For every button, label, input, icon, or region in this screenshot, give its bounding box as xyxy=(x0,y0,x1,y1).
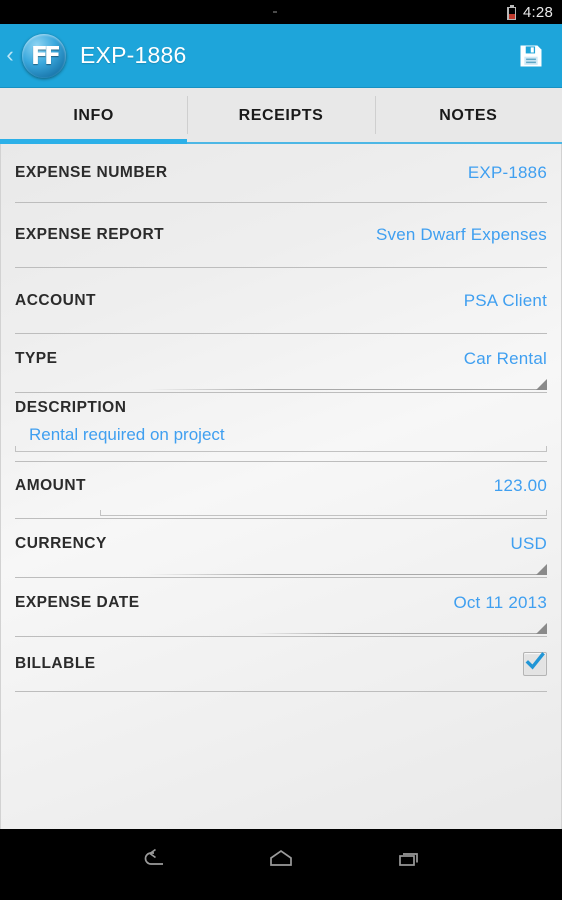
tab-receipts-label: RECEIPTS xyxy=(238,107,324,124)
tab-bar: INFO RECEIPTS NOTES xyxy=(0,88,562,144)
nav-recents-icon[interactable] xyxy=(387,842,427,876)
status-bar: 4:28 xyxy=(0,0,562,24)
currency-label: CURRENCY xyxy=(15,535,107,552)
tab-notes-label: NOTES xyxy=(439,107,498,124)
expense-date-label: EXPENSE DATE xyxy=(15,594,140,611)
expense-number-label: EXPENSE NUMBER xyxy=(15,164,168,181)
page-title: EXP-1886 xyxy=(80,42,187,68)
currency-value[interactable]: USD xyxy=(511,534,548,554)
description-value: Rental required on project xyxy=(29,425,225,444)
android-nav-bar xyxy=(0,829,562,889)
action-bar: ‹ FF EXP-1886 xyxy=(0,24,562,88)
expense-date-spinner-underline[interactable] xyxy=(15,622,547,636)
expense-report-label: EXPENSE REPORT xyxy=(15,226,165,243)
app-logo-monogram: FF xyxy=(30,41,61,70)
expense-info-form: EXPENSE NUMBER EXP-1886 EXPENSE REPORT S… xyxy=(0,144,562,829)
chevron-down-icon[interactable] xyxy=(536,564,547,575)
chevron-down-icon[interactable] xyxy=(536,379,547,390)
billable-checkbox[interactable] xyxy=(523,652,547,676)
save-floppy-icon[interactable] xyxy=(517,42,545,70)
field-type[interactable]: TYPE Car Rental xyxy=(1,334,561,392)
amount-label: AMOUNT xyxy=(15,477,87,494)
amount-value[interactable]: 123.00 xyxy=(494,476,547,496)
status-notification-dot xyxy=(273,11,277,13)
device-screen: 4:28 ‹ FF EXP-1886 INFO RECEIPTS NOTES E… xyxy=(0,0,562,900)
status-clock: 4:28 xyxy=(523,3,553,21)
expense-number-value: EXP-1886 xyxy=(467,163,547,182)
currency-spinner-underline[interactable] xyxy=(15,563,547,577)
field-currency[interactable]: CURRENCY USD xyxy=(1,519,561,577)
field-description[interactable]: DESCRIPTION Rental required on project xyxy=(1,393,561,452)
account-label: ACCOUNT xyxy=(15,291,96,309)
field-amount[interactable]: AMOUNT 123.00 xyxy=(1,462,561,518)
nav-back-icon[interactable] xyxy=(135,842,175,876)
field-expense-date[interactable]: EXPENSE DATE Oct 11 2013 xyxy=(1,578,561,636)
billable-label: BILLABLE xyxy=(15,655,96,672)
divider xyxy=(15,691,547,692)
description-input[interactable]: Rental required on project xyxy=(15,425,547,452)
field-account[interactable]: ACCOUNT PSA Client xyxy=(1,268,561,333)
battery-low-icon xyxy=(507,4,516,20)
field-expense-number: EXPENSE NUMBER EXP-1886 xyxy=(1,144,561,202)
field-expense-report[interactable]: EXPENSE REPORT Sven Dwarf Expenses xyxy=(1,203,561,267)
description-label: DESCRIPTION xyxy=(15,399,127,416)
tab-receipts[interactable]: RECEIPTS xyxy=(187,88,375,144)
account-value[interactable]: PSA Client xyxy=(464,291,547,311)
back-chevron-icon[interactable]: ‹ xyxy=(0,43,20,68)
type-label: TYPE xyxy=(15,350,58,367)
app-logo-icon: FF xyxy=(22,33,66,78)
tab-info-label: INFO xyxy=(73,107,114,124)
amount-input-underline[interactable] xyxy=(15,506,547,518)
field-billable[interactable]: BILLABLE xyxy=(1,637,561,691)
expense-date-value[interactable]: Oct 11 2013 xyxy=(453,593,547,613)
type-value[interactable]: Car Rental xyxy=(464,349,547,369)
tab-info[interactable]: INFO xyxy=(0,88,188,144)
type-spinner-underline[interactable] xyxy=(15,378,547,392)
tab-notes[interactable]: NOTES xyxy=(374,88,562,144)
expense-report-value[interactable]: Sven Dwarf Expenses xyxy=(376,225,547,245)
chevron-down-icon[interactable] xyxy=(536,623,547,634)
nav-home-icon[interactable] xyxy=(261,842,301,876)
